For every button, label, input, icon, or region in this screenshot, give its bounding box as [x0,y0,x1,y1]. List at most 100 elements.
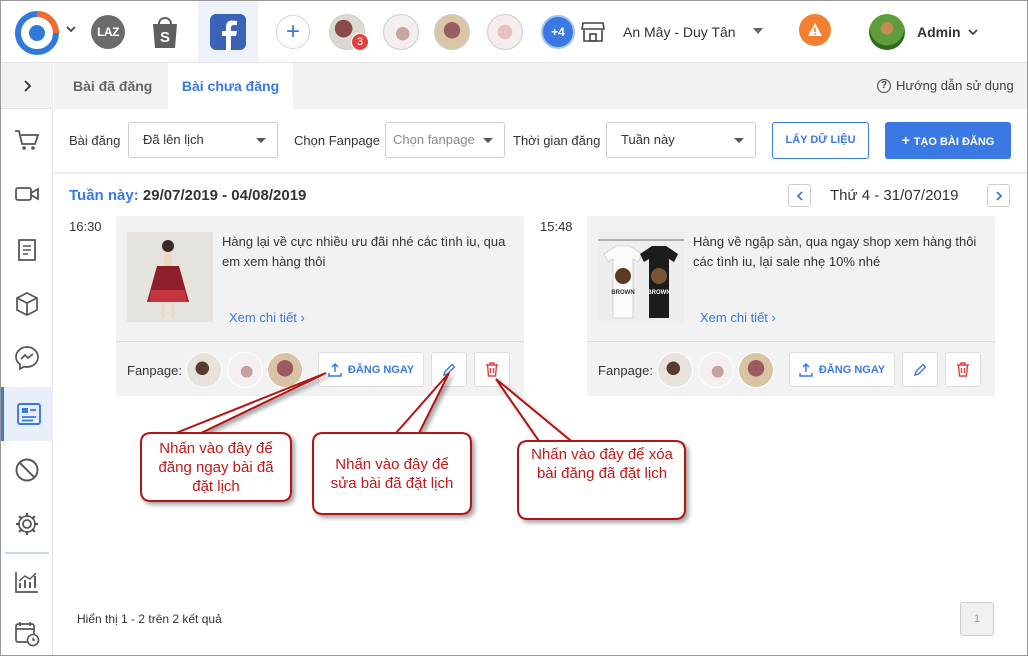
view-detail-link[interactable]: Xem chi tiết › [229,310,305,325]
sidebar-item-posts[interactable] [1,387,53,441]
chevron-down-icon[interactable] [967,26,979,38]
notification-badge: 3 [351,33,369,51]
sidebar-item-video[interactable] [1,167,53,221]
upload-icon [328,362,342,377]
sidebar-item-orders[interactable] [1,113,53,167]
chevron-down-icon[interactable] [65,23,77,35]
post-schedule-icon [16,403,41,425]
post-thumbnail[interactable] [127,232,213,322]
fanpage-label: Chọn Fanpage [294,133,381,148]
account-avatar[interactable] [434,14,470,50]
chevron-left-icon [796,190,803,201]
avatar[interactable] [869,14,905,50]
fanpage-avatar[interactable] [657,352,693,388]
post-card: BROWN BROWN Hàng về ngập sàn, qua ngay s… [587,216,995,396]
sidebar-item-messenger[interactable] [1,331,53,385]
add-account-button[interactable]: + [276,15,310,49]
week-label: Tuần này: [69,187,139,204]
fanpage-select[interactable]: Chọn fanpage [385,122,505,158]
create-post-button[interactable]: + TẠO BÀI ĐĂNG [885,122,1011,159]
chevron-right-icon [24,79,32,92]
tab-unposted[interactable]: Bài chưa đăng [168,63,293,109]
sidebar-item-reports[interactable] [1,555,53,609]
sidebar-divider [5,552,49,554]
sidebar-item-settings[interactable] [1,497,53,551]
account-avatar[interactable] [487,14,523,50]
callout-post-now-text: Nhấn vào đây để đăng ngay bài đã đặt lịc… [158,440,274,495]
fanpage-label: Fanpage: [127,363,182,378]
trash-icon [486,362,498,377]
post-now-label: ĐĂNG NGAY [818,363,886,376]
sidebar-item-history[interactable] [1,607,53,655]
sidebar-item-products[interactable] [1,277,53,331]
tab-posted[interactable]: Bài đã đăng [73,63,152,109]
delete-post-button[interactable] [474,352,510,387]
fanpage-avatar[interactable] [738,352,774,388]
pagination-page[interactable]: 1 [960,602,994,636]
edit-post-button[interactable] [431,352,467,387]
sidebar-item-documents[interactable] [1,223,53,277]
fanpage-avatar[interactable] [698,352,734,388]
sidebar-item-blocked[interactable] [1,443,53,497]
fetch-data-button[interactable]: LẤY DỮ LIỆU [772,122,869,159]
shopping-bag-icon[interactable]: S [149,14,181,50]
view-detail-label: Xem chi tiết [229,310,297,325]
delete-post-button[interactable] [945,352,981,387]
top-bar: LAZ S + 3 +4 An Mây - Duy Tân Admin [1,1,1027,63]
cart-icon [15,130,40,150]
lazada-channel-button[interactable]: LAZ [91,15,125,49]
fanpage-avatar[interactable] [186,352,222,388]
fanpage-placeholder: Chọn fanpage [393,132,475,147]
store-selector[interactable]: An Mây - Duy Tân [623,24,736,40]
sidebar-toggle-button[interactable] [1,63,53,109]
fanpage-avatar[interactable] [267,352,303,388]
post-thumbnail[interactable]: BROWN BROWN [598,232,684,322]
calendar-clock-icon [15,622,40,647]
time-label: Thời gian đăng [513,133,601,148]
pencil-icon [913,363,927,376]
store-icon [581,22,605,42]
document-icon [18,239,36,261]
box-icon [16,292,38,316]
post-card: Hàng lại về cực nhiều ưu đãi nhé các tìn… [116,216,524,396]
warning-icon[interactable] [799,14,831,46]
create-post-label: TẠO BÀI ĐĂNG [913,136,995,148]
chart-icon [15,572,38,593]
post-time: 15:48 [540,219,573,234]
prev-day-button[interactable] [788,184,811,207]
view-detail-label: Xem chi tiết [700,310,768,325]
post-status-select[interactable]: Đã lên lịch [128,122,278,158]
filter-bar: Bài đăng Đã lên lịch Chọn Fanpage Chọn f… [54,109,1027,173]
tab-bar: Bài đã đăng Bài chưa đăng ? Hướng dẫn sử… [54,63,1027,109]
user-name[interactable]: Admin [917,24,961,40]
upload-icon [799,362,813,377]
app-logo-icon[interactable] [15,11,59,55]
question-icon: ? [877,78,891,93]
chevron-right-icon [995,190,1002,201]
facebook-icon[interactable] [210,14,246,50]
post-now-button[interactable]: ĐĂNG NGAY [789,352,895,387]
week-dates: 29/07/2019 - 04/08/2019 [142,187,307,204]
view-detail-link[interactable]: Xem chi tiết › [700,310,776,325]
post-footer: Fanpage: ĐĂNG NGAY [587,341,995,396]
caret-down-icon [483,138,493,143]
caret-down-icon [734,138,744,143]
next-day-button[interactable] [987,184,1010,207]
caret-down-icon[interactable] [753,28,763,34]
pencil-icon [442,363,456,376]
messenger-icon [15,346,39,371]
block-icon [15,458,39,482]
account-avatar[interactable] [383,14,419,50]
post-text: Hàng về ngập sàn, qua ngay shop xem hàng… [693,234,977,269]
shirt-print-text: BROWN [611,290,634,296]
fanpage-avatar[interactable] [227,352,263,388]
post-now-button[interactable]: ĐĂNG NGAY [318,352,424,387]
time-select[interactable]: Tuần này [606,122,756,158]
more-accounts-button[interactable]: +4 [541,15,575,49]
chevron-right-icon: › [300,310,305,325]
schedule-content: Tuần này: 29/07/2019 - 04/08/2019 Thứ 4 … [54,174,1027,655]
post-text: Hàng lại về cực nhiều ưu đãi nhé các tìn… [222,234,506,269]
edit-post-button[interactable] [902,352,938,387]
plus-icon: + [901,132,914,148]
help-link[interactable]: ? Hướng dẫn sử dụng [877,78,1014,93]
